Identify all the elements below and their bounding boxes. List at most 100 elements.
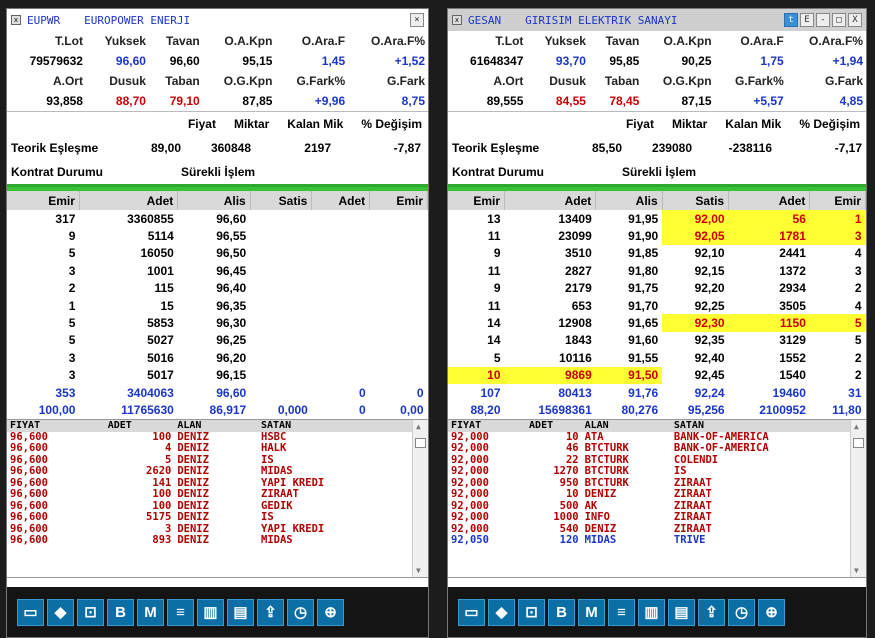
- monitor-icon[interactable]: ▭: [17, 598, 44, 626]
- trade-row[interactable]: 92,000 10 ATA BANK-OF-AMERICA: [448, 432, 850, 444]
- book-header[interactable]: Satis: [662, 191, 730, 210]
- scroll-up-icon[interactable]: ▲: [416, 422, 421, 431]
- globe-icon[interactable]: ⊕: [317, 598, 344, 626]
- book-row[interactable]: 1 15 96,35: [7, 297, 428, 314]
- trade-row[interactable]: 96,600 100 DENIZ ZIRAAT: [7, 489, 412, 501]
- book-row[interactable]: 5 5027 96,25: [7, 332, 428, 349]
- title-bar[interactable]: x EUPWR EUROPOWER ENERJI ×: [7, 9, 428, 31]
- cube-icon[interactable]: ◆: [488, 598, 515, 626]
- title-button[interactable]: □: [832, 13, 846, 27]
- trade-row[interactable]: 96,600 3 DENIZ YAPI KREDI: [7, 524, 412, 536]
- trade-row[interactable]: 96,600 5175 DENIZ IS: [7, 512, 412, 524]
- book-header[interactable]: Adet: [728, 191, 811, 210]
- cube-icon[interactable]: ◆: [47, 598, 74, 626]
- trade-row[interactable]: 92,000 1000 INFO ZIRAAT: [448, 512, 850, 524]
- book-header[interactable]: Emir: [809, 191, 866, 210]
- trade-row[interactable]: 92,000 1270 BTCTURK IS: [448, 466, 850, 478]
- trade-row[interactable]: 92,000 46 BTCTURK BANK-OF-AMERICA: [448, 443, 850, 455]
- upload-icon[interactable]: ⇪: [257, 598, 284, 626]
- trade-header[interactable]: FIYAT: [448, 419, 527, 432]
- book-header[interactable]: Adet: [504, 191, 597, 210]
- news-icon[interactable]: ▤: [668, 598, 695, 626]
- window-menu-icon[interactable]: x: [11, 15, 21, 25]
- m-button[interactable]: M: [137, 598, 164, 626]
- book-row[interactable]: 9 5114 96,55: [7, 227, 428, 244]
- bar-chart-icon[interactable]: ▥: [197, 598, 224, 626]
- list-icon[interactable]: ≡: [167, 598, 194, 626]
- news-icon[interactable]: ▤: [227, 598, 254, 626]
- scroll-thumb[interactable]: [415, 437, 426, 448]
- book-row[interactable]: 11 23099 91,90 92,05 1781 3: [448, 227, 866, 245]
- chart-doc-icon[interactable]: ⊡: [518, 598, 545, 626]
- trade-row[interactable]: 96,600 100 DENIZ GEDIK: [7, 501, 412, 513]
- trade-header[interactable]: ALAN: [174, 419, 258, 432]
- title-bar[interactable]: x GESAN GIRISIM ELEKTRIK SANAYI t E - □ X: [448, 9, 866, 31]
- scroll-down-icon[interactable]: ▼: [416, 566, 421, 575]
- trade-row[interactable]: 92,000 500 AK ZIRAAT: [448, 501, 850, 513]
- twitter-icon[interactable]: t: [784, 13, 798, 27]
- bar-chart-icon[interactable]: ▥: [638, 598, 665, 626]
- book-header[interactable]: Adet: [79, 191, 179, 210]
- book-row[interactable]: 10 9869 91,50 92,45 1540 2: [448, 366, 866, 384]
- book-row[interactable]: 9 2179 91,75 92,20 2934 2: [448, 280, 866, 297]
- book-header[interactable]: Emir: [7, 191, 80, 210]
- monitor-icon[interactable]: ▭: [458, 598, 485, 626]
- trade-row[interactable]: 96,600 100 DENIZ HSBC: [7, 432, 412, 444]
- book-row[interactable]: 3 5016 96,20: [7, 349, 428, 366]
- b-button[interactable]: B: [107, 598, 134, 626]
- book-row[interactable]: 317 3360855 96,60: [7, 210, 428, 227]
- scroll-down-icon[interactable]: ▼: [854, 566, 859, 575]
- book-row[interactable]: 5 10116 91,55 92,40 1552 2: [448, 349, 866, 366]
- b-button[interactable]: B: [548, 598, 575, 626]
- clock-icon[interactable]: ◷: [728, 598, 755, 626]
- trade-header[interactable]: SATAN: [258, 419, 412, 432]
- trade-header[interactable]: SATAN: [670, 419, 850, 432]
- book-header[interactable]: Alis: [177, 191, 251, 210]
- book-row[interactable]: 3 1001 96,45: [7, 262, 428, 279]
- book-row[interactable]: 11 2827 91,80 92,15 1372 3: [448, 262, 866, 279]
- trade-row[interactable]: 92,000 22 BTCTURK COLENDI: [448, 455, 850, 467]
- trade-row[interactable]: 92,000 540 DENIZ ZIRAAT: [448, 524, 850, 536]
- trade-row[interactable]: 92,000 10 DENIZ ZIRAAT: [448, 489, 850, 501]
- book-row[interactable]: 2 115 96,40: [7, 280, 428, 297]
- scroll-up-icon[interactable]: ▲: [854, 422, 859, 431]
- trade-header[interactable]: FIYAT: [7, 419, 105, 432]
- trade-row[interactable]: 96,600 5 DENIZ IS: [7, 455, 412, 467]
- upload-icon[interactable]: ⇪: [698, 598, 725, 626]
- book-header[interactable]: Satis: [250, 191, 313, 210]
- title-button[interactable]: -: [816, 13, 830, 27]
- trade-row[interactable]: 92,050 120 MIDAS TRIVE: [448, 535, 850, 547]
- book-row[interactable]: 13 13409 91,95 92,00 56 1: [448, 210, 866, 228]
- title-button[interactable]: E: [800, 13, 814, 27]
- title-button[interactable]: X: [848, 13, 862, 27]
- book-row[interactable]: 14 12908 91,65 92,30 1150 5: [448, 314, 866, 332]
- book-row[interactable]: 11 653 91,70 92,25 3505 4: [448, 297, 866, 314]
- book-row[interactable]: 5 16050 96,50: [7, 245, 428, 262]
- clock-icon[interactable]: ◷: [287, 598, 314, 626]
- window-menu-icon[interactable]: x: [452, 15, 462, 25]
- trade-header[interactable]: ALAN: [581, 419, 671, 432]
- list-icon[interactable]: ≡: [608, 598, 635, 626]
- trade-row[interactable]: 96,600 141 DENIZ YAPI KREDI: [7, 478, 412, 490]
- book-header[interactable]: Emir: [448, 191, 506, 210]
- book-header[interactable]: Adet: [311, 191, 371, 210]
- trade-header[interactable]: ADET: [104, 419, 175, 432]
- book-row[interactable]: 9 3510 91,85 92,10 2441 4: [448, 245, 866, 262]
- book-row[interactable]: 14 1843 91,60 92,35 3129 5: [448, 332, 866, 349]
- trade-row[interactable]: 96,600 4 DENIZ HALK: [7, 443, 412, 455]
- book-header[interactable]: Alis: [595, 191, 663, 210]
- book-row[interactable]: 3 5017 96,15: [7, 367, 428, 384]
- scrollbar[interactable]: ▲ ▼: [412, 419, 428, 577]
- close-icon[interactable]: ×: [410, 13, 424, 27]
- book-row[interactable]: 5 5853 96,30: [7, 314, 428, 331]
- scroll-thumb[interactable]: [853, 437, 864, 448]
- trade-row[interactable]: 92,000 950 BTCTURK ZIRAAT: [448, 478, 850, 490]
- trade-row[interactable]: 96,600 893 DENIZ MIDAS: [7, 535, 412, 547]
- scrollbar[interactable]: ▲ ▼: [850, 419, 866, 577]
- trade-header[interactable]: ADET: [526, 419, 582, 432]
- book-header[interactable]: Emir: [369, 191, 428, 210]
- m-button[interactable]: M: [578, 598, 605, 626]
- chart-doc-icon[interactable]: ⊡: [77, 598, 104, 626]
- globe-icon[interactable]: ⊕: [758, 598, 785, 626]
- trade-row[interactable]: 96,600 2620 DENIZ MIDAS: [7, 466, 412, 478]
